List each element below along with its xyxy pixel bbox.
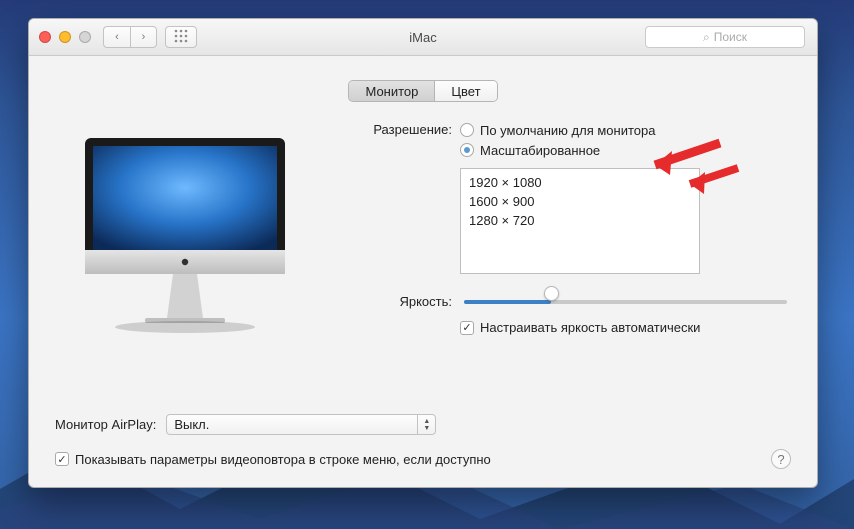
checkbox-icon: ✓ — [460, 321, 474, 335]
monitor-preview — [55, 120, 315, 338]
brightness-label: Яркость: — [335, 292, 460, 312]
imac-icon — [75, 128, 295, 338]
help-button[interactable]: ? — [771, 449, 791, 469]
radio-icon — [460, 143, 474, 157]
minimize-icon[interactable] — [59, 31, 71, 43]
radio-default-label: По умолчанию для монитора — [480, 123, 655, 138]
show-all-button[interactable] — [165, 26, 197, 48]
resolution-option[interactable]: 1600 × 900 — [469, 192, 691, 211]
resolution-label: Разрешение: — [335, 120, 460, 140]
auto-brightness-label: Настраивать яркость автоматически — [480, 320, 700, 335]
nav-group: ‹ › — [103, 26, 157, 48]
tab-monitor[interactable]: Монитор — [349, 81, 434, 101]
resolution-option[interactable]: 1920 × 1080 — [469, 173, 691, 192]
airplay-select[interactable]: Выкл. ▲▼ — [166, 414, 436, 435]
back-button[interactable]: ‹ — [103, 26, 130, 48]
airplay-value: Выкл. — [174, 417, 209, 432]
titlebar: ‹ › iMac ⌕ Поиск — [29, 19, 817, 56]
radio-default[interactable]: По умолчанию для монитора — [460, 120, 700, 140]
radio-scaled-label: Масштабированное — [480, 143, 600, 158]
slider-thumb[interactable] — [544, 286, 559, 301]
airplay-label: Монитор AirPlay: — [55, 417, 156, 432]
resolution-option[interactable]: 1280 × 720 — [469, 211, 691, 230]
search-icon: ⌕ — [703, 30, 710, 45]
forward-button[interactable]: › — [130, 26, 157, 48]
help-icon: ? — [777, 452, 784, 467]
tab-color[interactable]: Цвет — [434, 81, 496, 101]
close-icon[interactable] — [39, 31, 51, 43]
search-input[interactable]: ⌕ Поиск — [645, 26, 805, 48]
resolution-list[interactable]: 1920 × 1080 1600 × 900 1280 × 720 — [460, 168, 700, 274]
grid-icon — [174, 29, 188, 46]
show-mirror-label: Показывать параметры видеоповтора в стро… — [75, 452, 491, 467]
radio-scaled[interactable]: Масштабированное — [460, 140, 700, 160]
auto-brightness-checkbox[interactable]: ✓ Настраивать яркость автоматически — [460, 320, 791, 335]
search-placeholder: Поиск — [714, 30, 747, 44]
zoom-icon[interactable] — [79, 31, 91, 43]
window-controls — [39, 31, 91, 43]
system-preferences-window: ‹ › iMac ⌕ Поиск Мо — [28, 18, 818, 488]
brightness-slider[interactable] — [464, 292, 787, 312]
select-arrows-icon: ▲▼ — [417, 415, 435, 434]
chevron-left-icon: ‹ — [115, 31, 119, 43]
checkbox-icon: ✓ — [55, 452, 69, 466]
radio-icon — [460, 123, 474, 137]
show-mirror-checkbox[interactable]: ✓ Показывать параметры видеоповтора в ст… — [55, 452, 491, 467]
chevron-right-icon: › — [142, 31, 146, 43]
tabs: Монитор Цвет — [348, 80, 497, 102]
